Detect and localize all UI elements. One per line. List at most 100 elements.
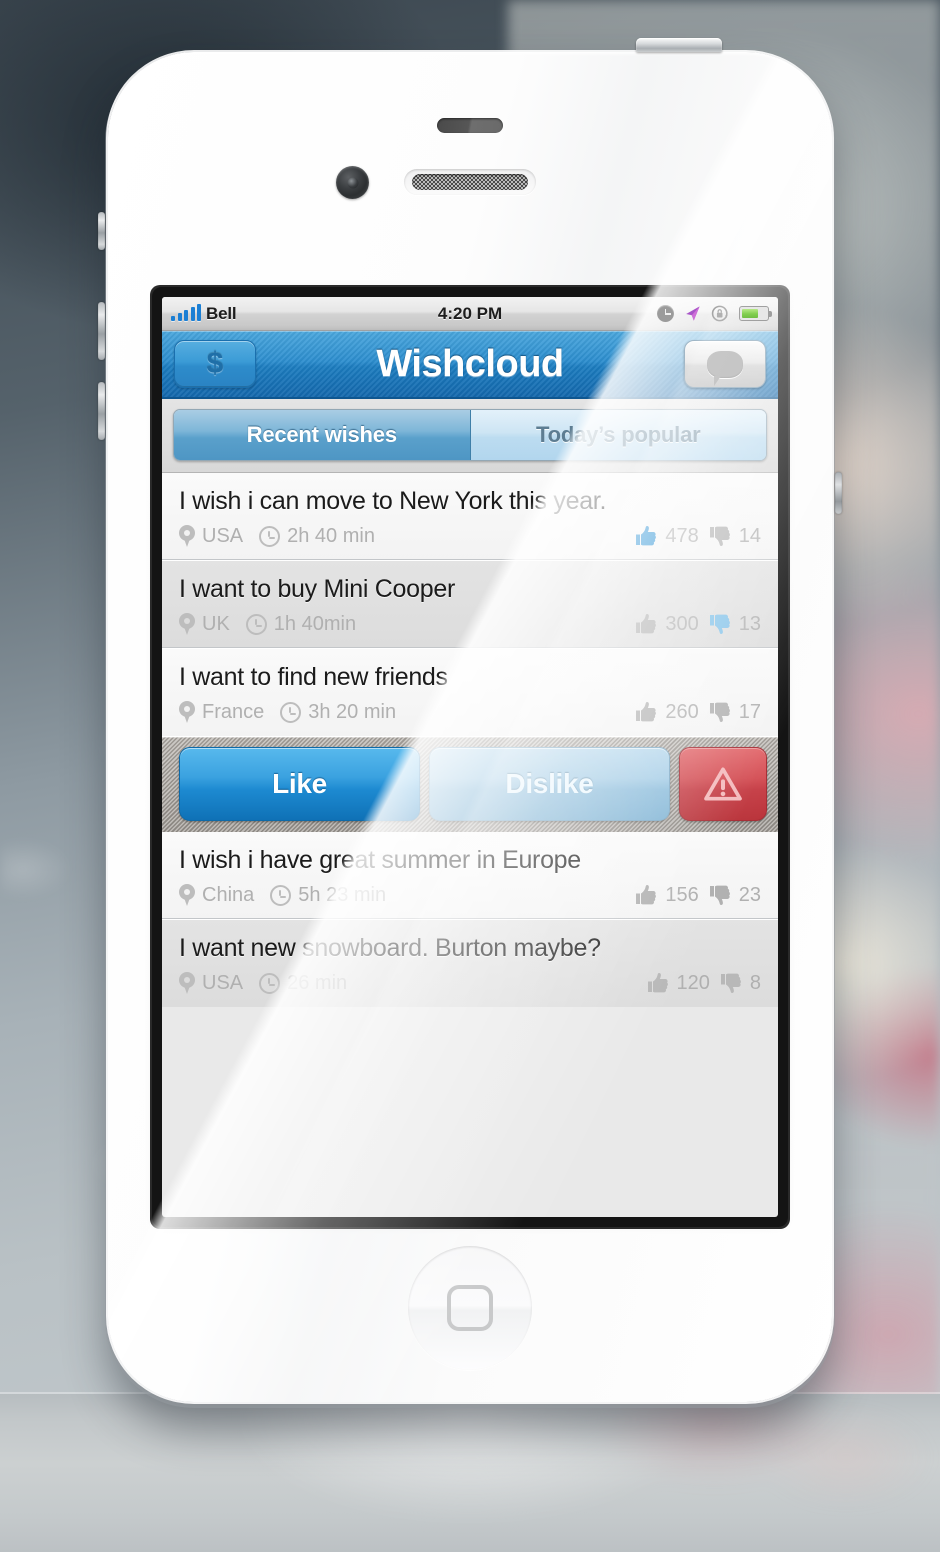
dislike-count: 17 xyxy=(738,700,761,723)
wish-location: France xyxy=(202,700,265,723)
rotation-lock-icon xyxy=(711,305,728,322)
wish-location-group: UK xyxy=(179,613,230,636)
proximity-sensor xyxy=(437,118,503,133)
location-arrow-icon xyxy=(686,306,700,321)
wish-meta: France 3h 20 min 260 17 xyxy=(179,700,761,724)
wish-meta: China 5h 23 min 156 23 xyxy=(179,883,761,907)
wish-votes: 260 17 xyxy=(634,700,761,724)
dislike-group[interactable]: 17 xyxy=(708,700,761,724)
dislike-count: 14 xyxy=(738,524,761,547)
volume-up-button[interactable] xyxy=(98,302,105,360)
home-square-icon xyxy=(447,1285,493,1331)
like-group[interactable]: 120 xyxy=(646,971,710,995)
wish-time: 2h 40 min xyxy=(287,524,375,547)
thumbs-up-icon xyxy=(636,702,657,722)
thumbs-down-icon xyxy=(709,526,730,546)
volume-down-button[interactable] xyxy=(98,382,105,440)
wish-title: I want new snowboard. Burton maybe? xyxy=(179,934,601,962)
like-count: 120 xyxy=(676,971,710,994)
tab-recent-wishes[interactable]: Recent wishes xyxy=(174,410,471,460)
thumbs-down-icon xyxy=(720,973,741,993)
wish-action-bar: Like Dislike xyxy=(162,736,778,832)
battery-icon xyxy=(739,306,772,321)
wish-time: 1h 40min xyxy=(273,612,357,635)
battery-fill xyxy=(741,308,758,319)
wish-title: I want to buy Mini Cooper xyxy=(179,575,455,603)
wish-meta: UK 1h 40min 300 13 xyxy=(179,612,761,636)
wish-location: China xyxy=(202,883,255,906)
clock-icon xyxy=(270,884,292,906)
wish-location: USA xyxy=(202,524,244,547)
wish-meta: USA 2h 40 min 478 14 xyxy=(179,524,761,548)
power-button[interactable] xyxy=(636,38,722,52)
wish-time: 5h 23 min xyxy=(298,883,387,906)
dollar-button[interactable]: $ xyxy=(174,340,256,388)
front-camera-icon xyxy=(336,166,369,199)
clock-icon xyxy=(280,701,302,723)
wish-meta: USA 26 min 120 8 xyxy=(179,971,761,995)
like-count: 260 xyxy=(665,700,699,723)
wish-list-item[interactable]: I want new snowboard. Burton maybe? USA … xyxy=(162,919,778,1007)
wish-time-group: 26 min xyxy=(259,972,347,995)
dislike-button[interactable]: Dislike xyxy=(429,747,670,821)
earpiece-mesh xyxy=(412,174,528,190)
phone-screen: Bell 4:20 PM $ Wishcloud Recent wishes T… xyxy=(162,297,778,1217)
home-button[interactable] xyxy=(408,1246,532,1370)
silent-switch[interactable] xyxy=(98,212,105,250)
dislike-count: 23 xyxy=(738,883,761,906)
segmented-control[interactable]: Recent wishes Today’s popular xyxy=(173,409,767,461)
dislike-group[interactable]: 23 xyxy=(708,883,761,907)
like-group[interactable]: 260 xyxy=(634,700,699,724)
dislike-count: 13 xyxy=(738,612,761,635)
wish-location: USA xyxy=(202,971,244,994)
clock-icon xyxy=(245,613,267,635)
dislike-group[interactable]: 13 xyxy=(708,612,761,636)
thumbs-up-icon xyxy=(636,526,657,546)
wish-list: I wish i can move to New York this year.… xyxy=(162,473,778,1007)
thumbs-down-icon xyxy=(709,885,730,905)
wish-time-group: 3h 20 min xyxy=(280,701,396,724)
wish-time-group: 5h 23 min xyxy=(270,884,386,907)
earpiece-speaker xyxy=(404,169,536,195)
wish-list-item[interactable]: I want to find new friends France 3h 20 … xyxy=(162,648,778,736)
like-count: 478 xyxy=(665,524,699,547)
tab-todays-popular[interactable]: Today’s popular xyxy=(470,410,766,460)
background-table-reflection xyxy=(0,1394,940,1552)
thumbs-up-icon xyxy=(636,885,657,905)
dislike-group[interactable]: 14 xyxy=(708,524,761,548)
like-group[interactable]: 300 xyxy=(634,612,699,636)
wish-list-item[interactable]: I want to buy Mini Cooper UK 1h 40min 30… xyxy=(162,560,778,648)
wish-title: I wish i can move to New York this year. xyxy=(179,487,607,515)
location-pin-icon xyxy=(179,884,195,906)
location-pin-icon xyxy=(179,972,195,994)
wish-list-item[interactable]: I wish i have great summer in Europe Chi… xyxy=(162,832,778,919)
location-pin-icon xyxy=(179,701,195,723)
like-button[interactable]: Like xyxy=(179,747,420,821)
wish-time: 26 min xyxy=(287,971,348,994)
clock-icon xyxy=(657,305,674,322)
warning-triangle-icon xyxy=(704,767,742,801)
like-group[interactable]: 156 xyxy=(634,883,699,907)
like-group[interactable]: 478 xyxy=(634,524,699,548)
like-count: 156 xyxy=(665,883,699,906)
thumbs-down-icon xyxy=(709,614,730,634)
wish-list-item[interactable]: I wish i can move to New York this year.… xyxy=(162,473,778,560)
report-button[interactable] xyxy=(679,747,767,821)
app-navigation-bar: $ Wishcloud xyxy=(162,331,778,399)
wish-votes: 156 23 xyxy=(634,883,761,907)
status-bar: Bell 4:20 PM xyxy=(162,297,778,331)
wish-location: UK xyxy=(202,612,230,635)
chat-bubble-icon xyxy=(707,350,743,386)
sim-tray xyxy=(835,472,842,514)
wish-time-group: 2h 40 min xyxy=(259,525,375,548)
wish-votes: 300 13 xyxy=(634,612,761,636)
dislike-group[interactable]: 8 xyxy=(719,971,761,995)
wish-location-group: China xyxy=(179,884,254,907)
wish-location-group: USA xyxy=(179,972,243,995)
wish-time-group: 1h 40min xyxy=(245,612,357,636)
chat-button[interactable] xyxy=(684,340,766,388)
wish-title: I want to find new friends xyxy=(179,663,448,691)
wish-title: I wish i have great summer in Europe xyxy=(179,846,581,874)
wish-time: 3h 20 min xyxy=(308,700,397,723)
phone-device: Bell 4:20 PM $ Wishcloud Recent wishes T… xyxy=(98,38,842,1409)
